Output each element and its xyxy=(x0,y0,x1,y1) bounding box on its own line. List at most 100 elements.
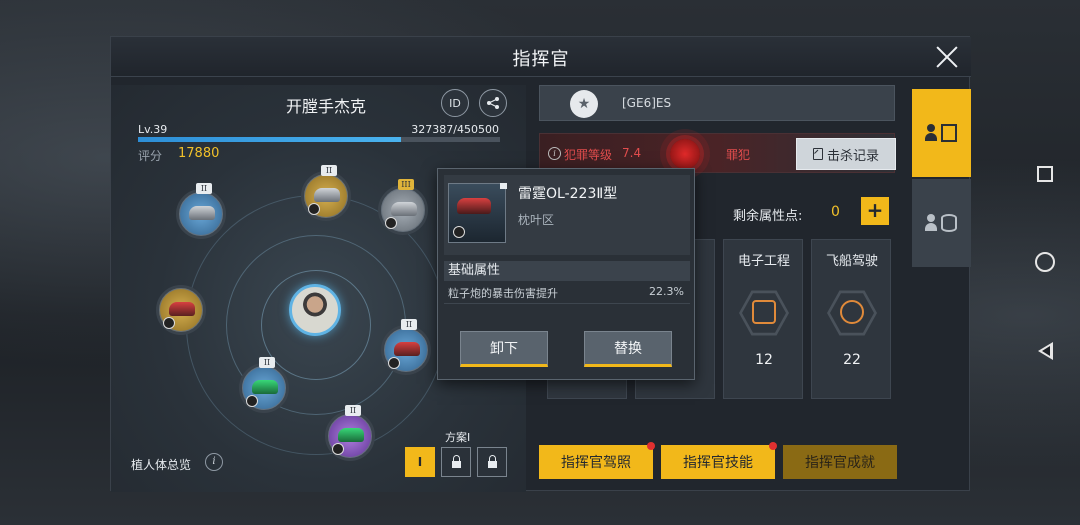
implant-icon xyxy=(394,342,420,356)
item-slot: 枕叶区 xyxy=(518,213,555,227)
guild-bar: ★ [GE6]ES xyxy=(539,85,895,121)
button-label: 指挥官驾照 xyxy=(561,455,631,471)
tab-profile[interactable] xyxy=(912,89,971,177)
implant-icon xyxy=(169,302,195,316)
attribute-name: 电子工程 xyxy=(737,254,790,269)
crime-status: 罪犯 xyxy=(726,148,751,162)
implant-slot-5[interactable]: II xyxy=(381,319,431,375)
socket-icon xyxy=(332,443,344,455)
id-button[interactable]: ID xyxy=(441,89,469,117)
remaining-points-value: 0 xyxy=(831,204,840,220)
attribute-name: 飞船驾驶 xyxy=(825,254,878,269)
skull-icon xyxy=(670,139,700,169)
kill-record-label: 击杀记录 xyxy=(826,148,879,164)
title-bar: 指挥官 xyxy=(111,37,971,77)
socket-icon xyxy=(388,357,400,369)
implant-icon xyxy=(252,380,278,394)
commander-achievements-button[interactable]: 指挥官成就 xyxy=(783,445,897,479)
socket-icon xyxy=(246,395,258,407)
crime-level-value: 7.4 xyxy=(622,146,642,160)
tier-badge: III xyxy=(398,179,414,190)
share-button[interactable] xyxy=(479,89,507,117)
lock-icon xyxy=(487,454,497,468)
implant-slot-7[interactable]: II xyxy=(325,405,375,461)
tier-badge: II xyxy=(401,319,417,330)
tier-badge: II xyxy=(321,165,337,176)
add-points-button[interactable]: + xyxy=(861,197,889,225)
implant-detail-popup: 雷霆OL-223Ⅱ型 枕叶区 基础属性 粒子炮的暴击伤害提升 22.3% 卸下 … xyxy=(437,168,695,380)
hourglass-icon xyxy=(812,148,823,160)
notification-dot xyxy=(647,442,655,450)
score-value: 17880 xyxy=(178,146,220,161)
plan-label: 方案I xyxy=(445,431,471,444)
implant-slot-1[interactable]: II xyxy=(176,183,226,239)
implant-slot-2[interactable]: II xyxy=(301,165,351,221)
lock-icon xyxy=(500,183,507,189)
commander-avatar[interactable] xyxy=(289,284,341,336)
crime-level-label: 犯罪等级 xyxy=(564,148,613,162)
lock-icon xyxy=(451,454,461,468)
profile-coins-icon xyxy=(924,212,957,234)
back-icon[interactable] xyxy=(1037,341,1053,360)
home-icon[interactable] xyxy=(1035,251,1055,272)
level-label: Lv.39 xyxy=(138,123,168,136)
implant-icon xyxy=(338,428,364,442)
crime-info-icon[interactable]: i xyxy=(548,147,561,160)
chip-icon xyxy=(752,300,776,324)
stat-description: 粒子炮的暴击伤害提升 xyxy=(448,287,558,300)
implant-icon xyxy=(457,198,491,214)
exp-text: 327387/450500 xyxy=(411,123,499,136)
socket-icon xyxy=(453,226,465,238)
base-stats-title: 基础属性 xyxy=(444,261,690,281)
info-icon[interactable]: i xyxy=(205,453,223,471)
implant-icon xyxy=(391,202,417,216)
implant-slot-4[interactable] xyxy=(156,285,206,335)
close-icon[interactable] xyxy=(933,43,961,71)
plan-1-button[interactable]: I xyxy=(405,447,435,477)
tier-badge: II xyxy=(196,183,212,194)
socket-icon xyxy=(308,203,320,215)
divider xyxy=(444,303,690,304)
socket-icon xyxy=(163,317,175,329)
button-label: 指挥官成就 xyxy=(805,455,875,471)
item-name: 雷霆OL-223Ⅱ型 xyxy=(518,186,618,202)
window-title: 指挥官 xyxy=(512,49,570,70)
socket-icon xyxy=(385,217,397,229)
guild-tag: [GE6]ES xyxy=(622,96,672,110)
commander-skills-button[interactable]: 指挥官技能 xyxy=(661,442,777,479)
attribute-card-piloting[interactable]: 飞船驾驶 22 xyxy=(811,239,891,399)
kill-record-button[interactable]: 击杀记录 xyxy=(796,138,896,170)
share-icon xyxy=(487,97,499,109)
notification-dot xyxy=(769,442,777,450)
tier-badge: II xyxy=(345,405,361,416)
attribute-value: 12 xyxy=(755,352,773,368)
remaining-points-label: 剩余属性点: xyxy=(733,209,803,224)
button-label: 指挥官技能 xyxy=(683,455,753,471)
implant-icon xyxy=(189,206,215,220)
unequip-button[interactable]: 卸下 xyxy=(460,331,548,367)
exp-bar-fill xyxy=(138,137,402,142)
implant-overview-label[interactable]: 植人体总览 xyxy=(131,456,191,473)
score-label: 评分 xyxy=(138,149,163,163)
crime-bar: i 犯罪等级 7.4 罪犯 击杀记录 xyxy=(539,133,896,173)
tier-badge: II xyxy=(259,357,275,368)
implant-slot-6[interactable]: II xyxy=(239,357,289,413)
stat-value: 22.3% xyxy=(649,285,684,298)
plan-3-button[interactable] xyxy=(477,447,507,477)
tab-assets[interactable] xyxy=(912,179,971,267)
android-nav-bar xyxy=(1010,0,1080,525)
profile-card-icon xyxy=(924,122,957,144)
ship-icon xyxy=(840,300,864,324)
implant-slot-3[interactable]: III xyxy=(378,179,428,235)
exp-bar xyxy=(138,137,500,142)
commander-name: 开膛手杰克 xyxy=(285,97,366,116)
item-thumbnail xyxy=(448,183,506,243)
replace-button[interactable]: 替换 xyxy=(584,331,672,367)
attribute-value: 22 xyxy=(843,352,861,368)
commander-license-button[interactable]: 指挥官驾照 xyxy=(539,442,655,479)
implant-icon xyxy=(314,188,340,202)
recent-apps-icon[interactable] xyxy=(1037,165,1053,182)
attribute-card-electronics[interactable]: 电子工程 12 xyxy=(723,239,803,399)
plan-2-button[interactable] xyxy=(441,447,471,477)
guild-emblem-icon: ★ xyxy=(570,90,598,118)
